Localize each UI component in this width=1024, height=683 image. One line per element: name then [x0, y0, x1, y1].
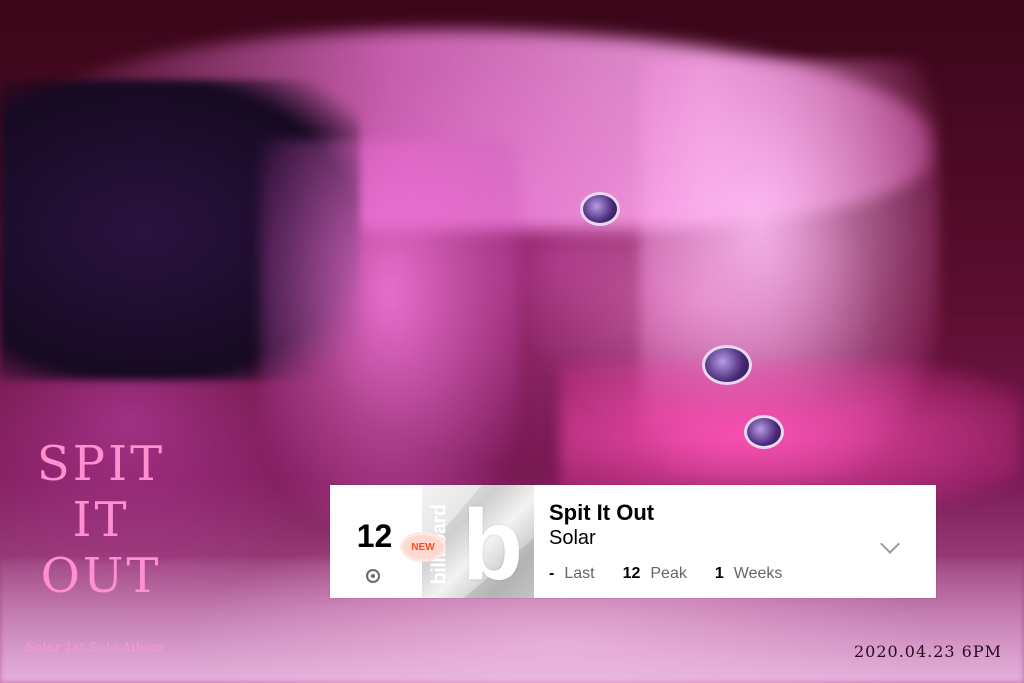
last-week-label: Last	[564, 565, 595, 582]
target-icon	[366, 569, 380, 583]
new-badge: NEW	[403, 535, 443, 559]
photo-arm	[260, 140, 520, 520]
song-title: Spit It Out	[549, 500, 655, 525]
peak-label: Peak	[650, 565, 687, 582]
logo-line: OUT	[40, 548, 162, 604]
release-date: 2020.04.23 6PM	[853, 642, 1002, 661]
weeks-value: 1	[714, 565, 724, 582]
album-subtitle: Solar 1st Solo Album	[26, 640, 165, 654]
logo-line: IT	[72, 492, 130, 548]
logo-line: SPIT	[36, 436, 166, 492]
new-badge-label: NEW	[411, 541, 435, 553]
chart-entry-row[interactable]: 12 b billboard NEW Spit It Out Solar - L…	[330, 485, 936, 598]
earring-gem	[580, 192, 620, 226]
chevron-down-icon[interactable]	[880, 534, 900, 554]
billboard-b-logo: b	[462, 489, 524, 598]
album-title-logo: SPIT IT OUT Solar 1st Solo Album	[26, 436, 176, 654]
last-week-value: -	[549, 565, 555, 582]
ring-gem	[702, 345, 752, 385]
chart-stats: - Last 12 Peak 1 Weeks	[549, 565, 810, 583]
peak-value: 12	[622, 565, 641, 582]
ring-gem	[744, 415, 784, 449]
weeks-label: Weeks	[733, 565, 783, 582]
artist-name: Solar	[549, 527, 596, 549]
